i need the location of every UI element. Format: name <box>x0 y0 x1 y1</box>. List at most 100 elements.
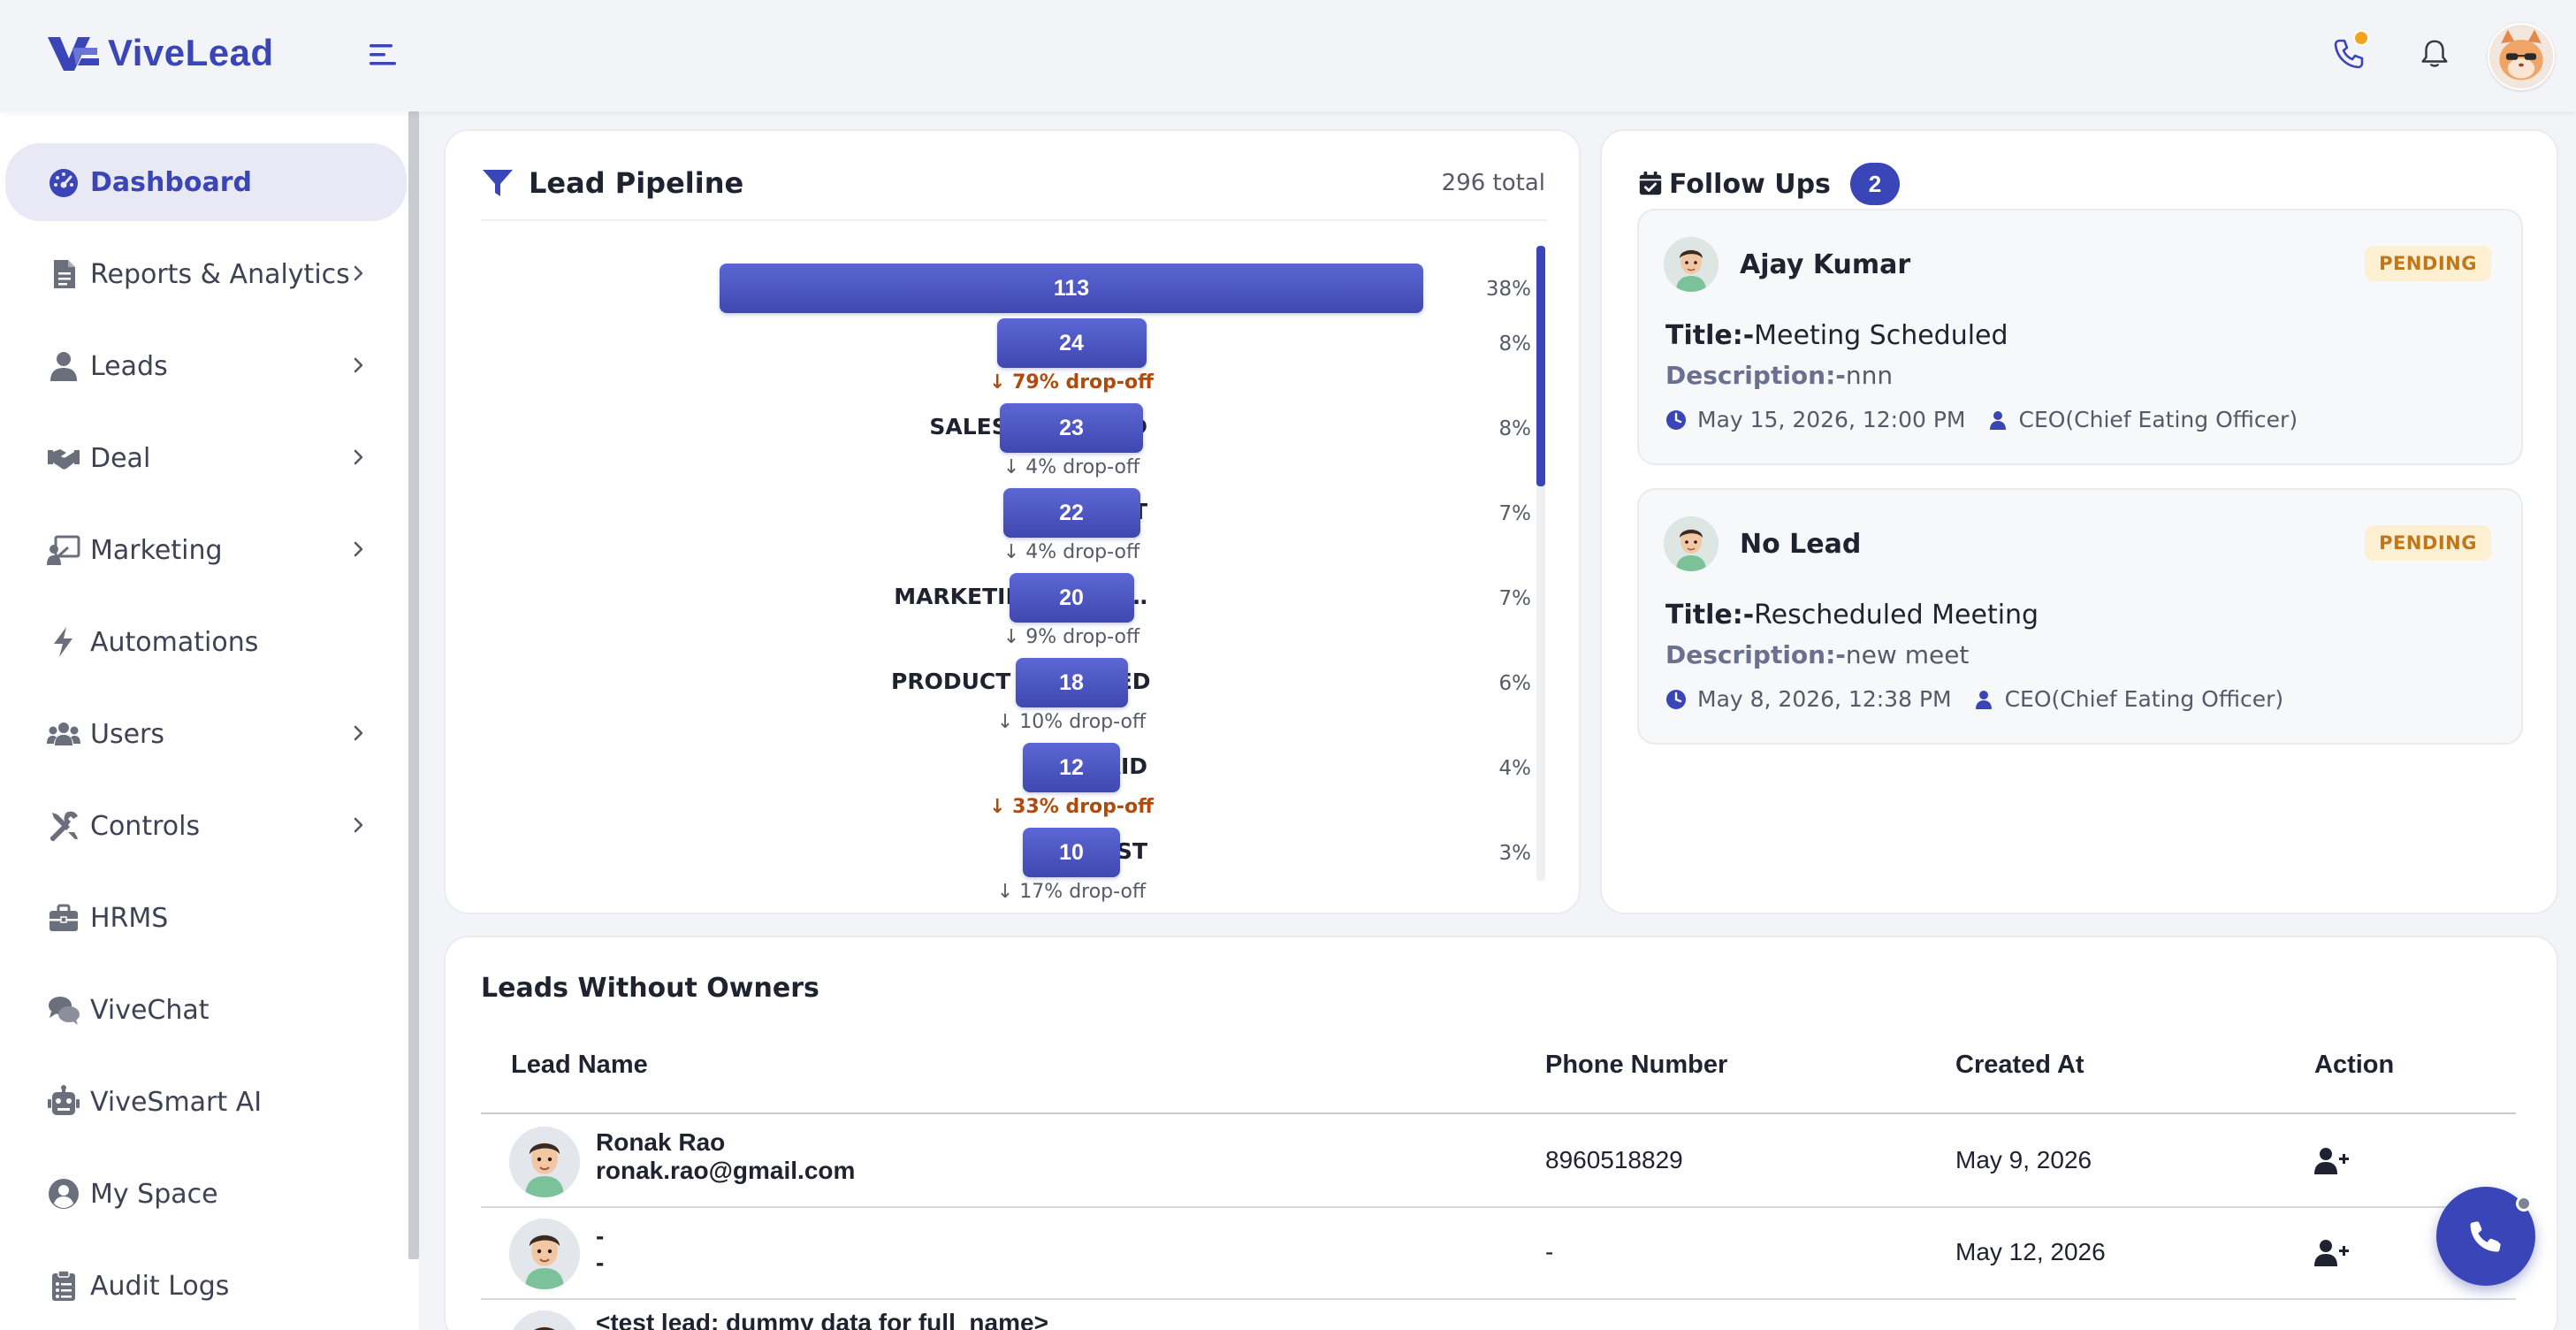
sidebar-item-vivechat[interactable]: ViveChat <box>5 971 407 1049</box>
person-avatar-icon <box>1664 237 1719 292</box>
leads-without-owners-title: Leads Without Owners <box>481 973 819 1004</box>
pipeline-scrollbar[interactable] <box>1536 246 1545 486</box>
sidebar-item-label: Leads <box>90 350 168 382</box>
pipeline-stage-percent: 3% <box>1498 842 1532 865</box>
sidebar-item-controls[interactable]: Controls <box>5 787 407 865</box>
lead-email: - <box>596 1249 605 1276</box>
dashboard-gauge-icon <box>44 164 83 200</box>
chat-bubbles-icon <box>44 992 83 1028</box>
lead-avatar <box>509 1311 580 1330</box>
pipeline-stage-bar[interactable]: 10 <box>1023 828 1120 877</box>
sidebar-item-leads[interactable]: Leads <box>5 327 407 405</box>
status-badge: PENDING <box>2365 525 2491 561</box>
table-row-divider <box>481 1298 2516 1300</box>
notifications-button[interactable] <box>2410 28 2459 78</box>
table-row-divider <box>481 1206 2516 1208</box>
sidebar-item-label: HRMS <box>90 902 169 934</box>
pipeline-stage-bar[interactable]: 113 <box>720 264 1423 313</box>
lead-pipeline-card: Lead Pipeline 296 total NEW11338%CONTACT… <box>444 129 1581 914</box>
pipeline-stage-percent: 7% <box>1498 587 1532 610</box>
document-icon <box>44 256 83 292</box>
assign-owner-button[interactable] <box>2314 1146 2350 1176</box>
lead-name[interactable]: Ronak Rao <box>596 1128 725 1157</box>
description-value: nnn <box>1845 361 1894 390</box>
sidebar-item-my-space[interactable]: My Space <box>5 1155 407 1233</box>
lead-name[interactable]: - <box>596 1222 604 1250</box>
table-header-divider <box>481 1112 2516 1114</box>
sidebar-item-dashboard[interactable]: Dashboard <box>5 143 407 221</box>
title-value: Rescheduled Meeting <box>1754 600 2039 631</box>
follow-ups-count-badge: 2 <box>1849 163 1900 205</box>
sidebar-scrollbar[interactable] <box>408 111 419 1259</box>
sidebar-item-hrms[interactable]: HRMS <box>5 879 407 957</box>
chevron-right-icon <box>354 725 363 741</box>
column-header-phone-number[interactable]: Phone Number <box>1545 1051 1727 1080</box>
sidebar-item-automations[interactable]: Automations <box>5 603 407 681</box>
pipeline-total: 296 total <box>1441 170 1545 196</box>
leads-without-owners-card: Leads Without Owners Lead Name Phone Num… <box>444 936 2558 1330</box>
pipeline-stage-bar[interactable]: 12 <box>1023 743 1120 792</box>
phone-button[interactable] <box>2323 28 2373 78</box>
follow-up-item[interactable]: No Lead PENDING Title:-Rescheduled Meeti… <box>1637 488 2523 745</box>
sidebar-item-audit-logs[interactable]: Audit Logs <box>5 1247 407 1325</box>
column-header-lead-name[interactable]: Lead Name <box>511 1051 648 1080</box>
menu-toggle-button[interactable] <box>366 39 401 71</box>
bolt-icon <box>44 624 83 660</box>
person-avatar-icon <box>509 1127 580 1197</box>
calendar-check-icon <box>1639 171 1662 195</box>
sidebar-item-vivesmart-ai[interactable]: ViveSmart AI <box>5 1063 407 1141</box>
follow-up-item[interactable]: Ajay Kumar PENDING Title:-Meeting Schedu… <box>1637 209 2523 465</box>
person-avatar-icon <box>509 1219 580 1289</box>
user-circle-icon <box>44 1176 83 1212</box>
user-avatar[interactable] <box>2488 23 2555 90</box>
sidebar-item-label: Audit Logs <box>90 1270 230 1302</box>
person-avatar-icon <box>1664 516 1719 571</box>
follow-up-description: Description:-new meet <box>1665 640 1969 669</box>
lead-avatar <box>1664 516 1719 571</box>
sidebar-item-reports-analytics[interactable]: Reports & Analytics <box>5 235 407 313</box>
title-value: Meeting Scheduled <box>1754 320 2008 351</box>
floating-call-button[interactable] <box>2436 1187 2535 1286</box>
bell-icon <box>2421 40 2448 67</box>
sidebar-item-users[interactable]: Users <box>5 695 407 773</box>
pipeline-stage-bar[interactable]: 18 <box>1015 658 1128 707</box>
brand-logo[interactable]: ViveLead <box>46 27 274 80</box>
user-plus-icon <box>2314 1240 2349 1266</box>
pipeline-title: Lead Pipeline <box>529 166 744 200</box>
title-label: Title:- <box>1665 600 1755 631</box>
follow-up-meta: May 8, 2026, 12:38 PM CEO(Chief Eating O… <box>1665 686 2305 712</box>
follow-up-title: Title:-Rescheduled Meeting <box>1665 600 2039 631</box>
users-group-icon <box>44 716 83 752</box>
chevron-right-icon <box>354 265 363 281</box>
pipeline-stage-percent: 7% <box>1498 502 1532 525</box>
pipeline-funnel: NEW11338%CONTACTED248%↓ 79% drop-offSALE… <box>446 237 1582 1012</box>
lead-email: ronak.rao@gmail.com <box>596 1157 856 1184</box>
sidebar-item-label: My Space <box>90 1178 218 1210</box>
sidebar-item-deal[interactable]: Deal <box>5 419 407 497</box>
sidebar-item-label: ViveSmart AI <box>90 1086 263 1118</box>
chevron-right-icon <box>354 541 363 557</box>
follow-up-lead-name: Ajay Kumar <box>1740 249 1911 280</box>
follow-up-owner: CEO(Chief Eating Officer) <box>1973 686 2283 712</box>
pipeline-stage-bar[interactable]: 24 <box>996 318 1147 368</box>
lead-avatar <box>509 1127 580 1197</box>
description-value: new meet <box>1845 640 1970 669</box>
sidebar-item-marketing[interactable]: Marketing <box>5 511 407 589</box>
follow-ups-header: Follow Ups 2 <box>1637 163 1900 205</box>
pipeline-dropoff-label: ↓ 10% drop-off <box>996 711 1147 733</box>
column-header-created-at[interactable]: Created At <box>1955 1051 2084 1080</box>
pipeline-stage-bar[interactable]: 23 <box>1000 403 1143 453</box>
lead-name[interactable]: <test lead: dummy data for full_name> <box>596 1309 1048 1330</box>
sidebar-item-label: Controls <box>90 810 201 842</box>
sidebar-item-label: ViveChat <box>90 994 210 1026</box>
follow-up-title: Title:-Meeting Scheduled <box>1665 320 2008 351</box>
pipeline-stage-percent: 6% <box>1498 672 1532 695</box>
pipeline-stage-bar[interactable]: 22 <box>1002 488 1140 538</box>
pipeline-stage-percent: 38% <box>1485 278 1531 301</box>
lead-avatar <box>509 1219 580 1289</box>
assign-owner-button[interactable] <box>2314 1238 2350 1268</box>
follow-up-lead-name: No Lead <box>1740 529 1862 560</box>
pipeline-stage-bar[interactable]: 20 <box>1009 573 1134 623</box>
phone-icon <box>2470 1221 2501 1252</box>
status-dot <box>2516 1196 2532 1212</box>
